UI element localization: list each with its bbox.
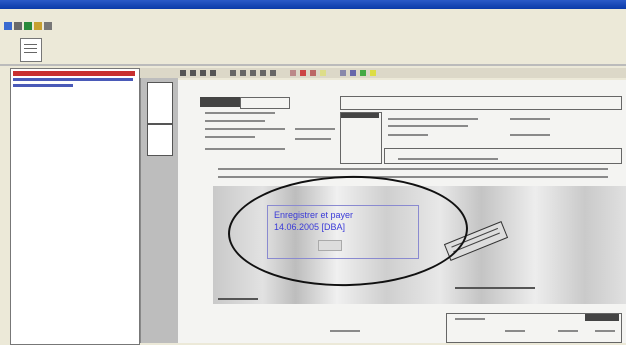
text-line	[510, 118, 550, 120]
text-line	[595, 330, 615, 332]
text-line	[295, 138, 331, 140]
invoice-address-box	[340, 112, 382, 164]
toolbar-icon[interactable]	[370, 70, 376, 76]
toolbar-icon[interactable]	[250, 70, 256, 76]
toolbar-icon[interactable]	[34, 22, 42, 30]
list-item[interactable]	[13, 84, 73, 87]
main-toolbar	[0, 19, 626, 35]
viewer-toolbar	[140, 68, 626, 78]
address-header	[341, 113, 379, 118]
toolbar-icon[interactable]	[44, 22, 52, 30]
toolbar-icon[interactable]	[300, 70, 306, 76]
text-line	[510, 134, 550, 136]
invoice-logo	[200, 97, 240, 107]
thumbnail-strip	[140, 68, 178, 343]
page-thumbnail[interactable]	[147, 82, 173, 124]
toolbar-icon[interactable]	[360, 70, 366, 76]
toolbar-icon[interactable]	[190, 70, 196, 76]
toolbar-icon[interactable]	[230, 70, 236, 76]
toolbar-icon[interactable]	[320, 70, 326, 76]
text-line	[205, 148, 285, 150]
toolbar-icon[interactable]	[290, 70, 296, 76]
toolbar-icon[interactable]	[210, 70, 216, 76]
text-line	[295, 128, 335, 130]
document-list-panel[interactable]	[10, 68, 140, 345]
text-line	[205, 136, 255, 138]
text-line	[388, 134, 428, 136]
text-line	[205, 120, 265, 122]
app-icon[interactable]	[4, 22, 12, 30]
text-line	[218, 168, 608, 170]
signature-scribble	[330, 330, 360, 332]
divider	[0, 64, 626, 66]
toolbar-icon[interactable]	[270, 70, 276, 76]
text-line	[455, 318, 485, 320]
text-line	[205, 112, 275, 114]
list-item[interactable]	[13, 78, 133, 81]
invoice-header-table	[340, 96, 622, 110]
totals-header	[585, 314, 619, 321]
toolbar-icon[interactable]	[24, 22, 32, 30]
text-line	[218, 176, 608, 178]
page-thumbnail-icon[interactable]	[20, 38, 42, 62]
list-header	[13, 71, 135, 76]
text-line	[398, 158, 498, 160]
toolbar-icon[interactable]	[14, 22, 22, 30]
text-line	[558, 330, 578, 332]
toolbar-icon[interactable]	[310, 70, 316, 76]
toolbar-icon[interactable]	[260, 70, 266, 76]
toolbar-icon[interactable]	[340, 70, 346, 76]
text-line	[505, 330, 525, 332]
text-line	[388, 125, 468, 127]
toolbar-icon[interactable]	[240, 70, 246, 76]
text-line	[205, 128, 285, 130]
text-line	[218, 298, 258, 300]
text-line	[455, 287, 535, 289]
window-titlebar	[0, 0, 626, 9]
invoice-logo-frame	[240, 97, 290, 109]
toolbar-icon[interactable]	[180, 70, 186, 76]
page-thumbnail[interactable]	[147, 124, 173, 156]
invoice-detail-box	[384, 148, 622, 164]
toolbar-icon[interactable]	[200, 70, 206, 76]
menu-bar	[0, 10, 626, 18]
toolbar-icon[interactable]	[350, 70, 356, 76]
text-line	[388, 118, 478, 120]
